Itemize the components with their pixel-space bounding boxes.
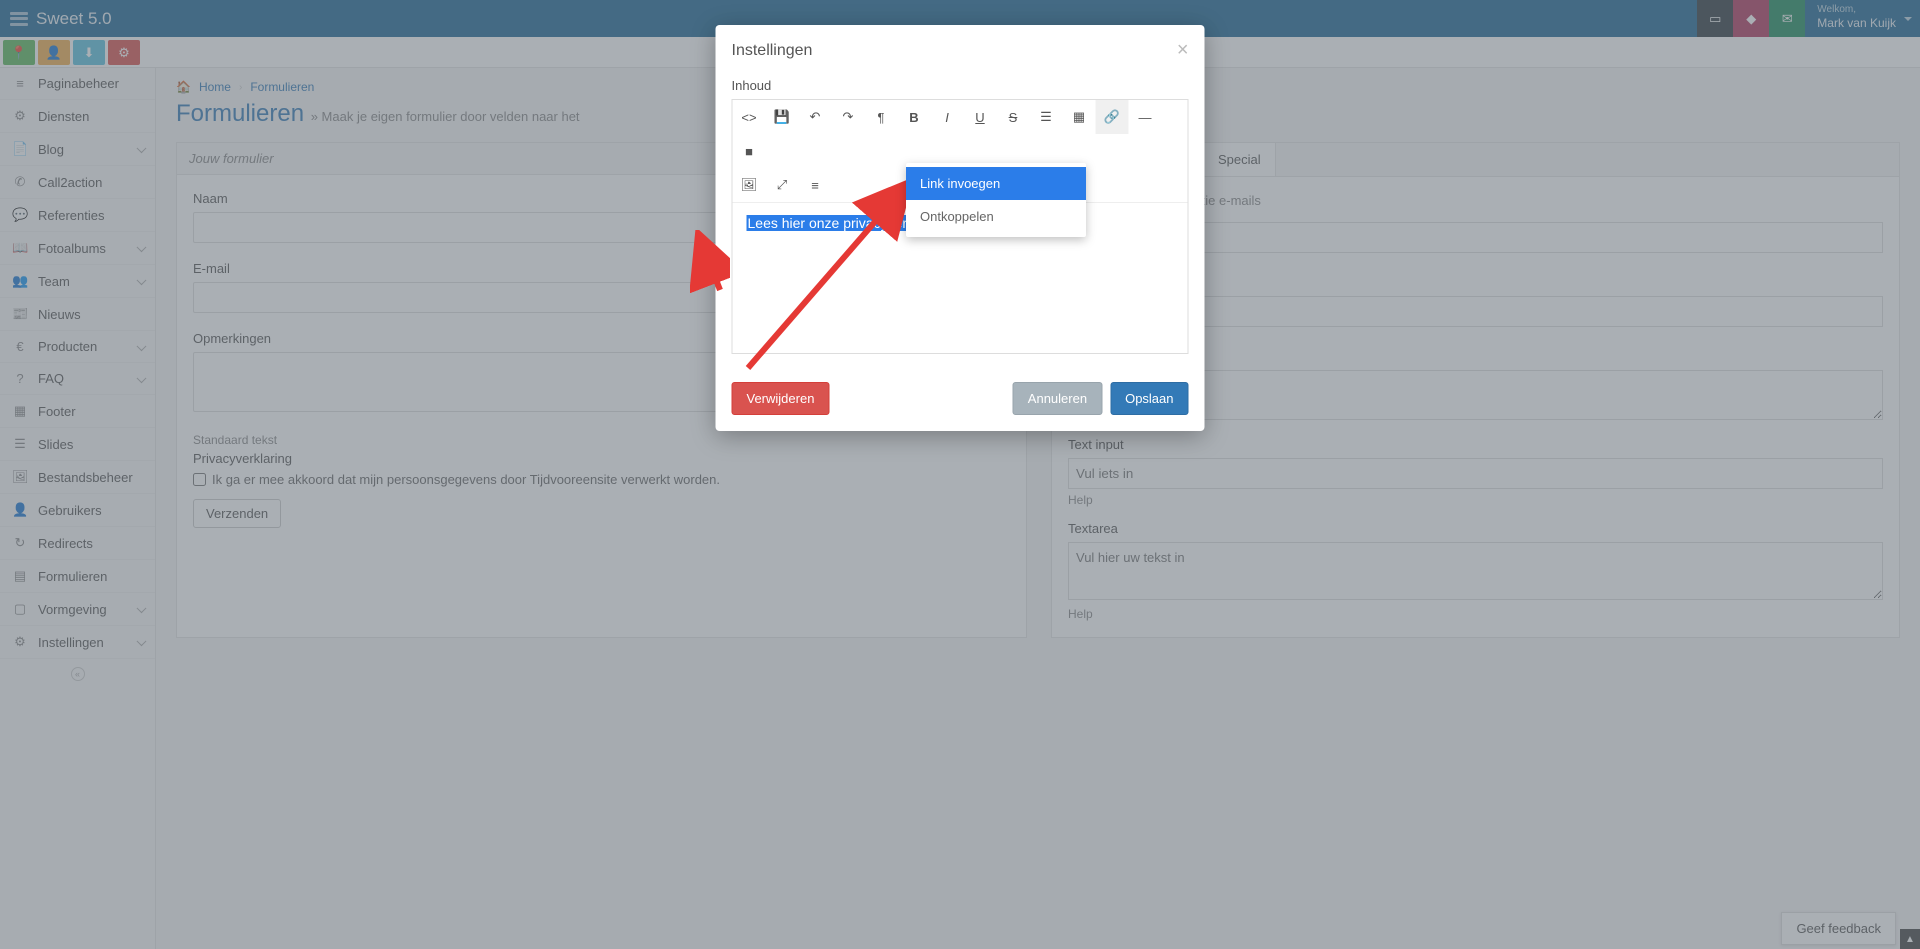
italic-icon[interactable]: I [931, 100, 964, 134]
link-icon[interactable]: 🔗 [1096, 100, 1129, 134]
close-icon[interactable]: × [1177, 39, 1189, 62]
save-icon[interactable]: 💾 [766, 100, 799, 134]
underline-icon[interactable]: U [964, 100, 997, 134]
unlink-item[interactable]: Ontkoppelen [906, 200, 1086, 233]
align-icon[interactable]: ≡ [799, 168, 832, 202]
image-icon[interactable]: 🖼 [733, 168, 766, 202]
hr-icon[interactable]: — [1129, 100, 1162, 134]
video-icon[interactable]: ■ [733, 134, 766, 168]
codeview-icon[interactable]: <> [733, 100, 766, 134]
strike-icon[interactable]: S [997, 100, 1030, 134]
paragraph-icon[interactable]: ¶ [865, 100, 898, 134]
insert-link-item[interactable]: Link invoegen [906, 167, 1086, 200]
table-icon[interactable]: ▦ [1063, 100, 1096, 134]
list-icon[interactable]: ☰ [1030, 100, 1063, 134]
delete-button[interactable]: Verwijderen [732, 382, 830, 415]
bold-icon[interactable]: B [898, 100, 931, 134]
modal-title: Instellingen [732, 42, 813, 60]
undo-icon[interactable]: ↶ [799, 100, 832, 134]
link-dropdown: Link invoegen Ontkoppelen [906, 163, 1086, 237]
redo-icon[interactable]: ↷ [832, 100, 865, 134]
cancel-button[interactable]: Annuleren [1013, 382, 1102, 415]
fullscreen-icon[interactable]: ⤢ [766, 168, 799, 202]
save-button[interactable]: Opslaan [1110, 382, 1188, 415]
content-label: Inhoud [732, 78, 1189, 93]
